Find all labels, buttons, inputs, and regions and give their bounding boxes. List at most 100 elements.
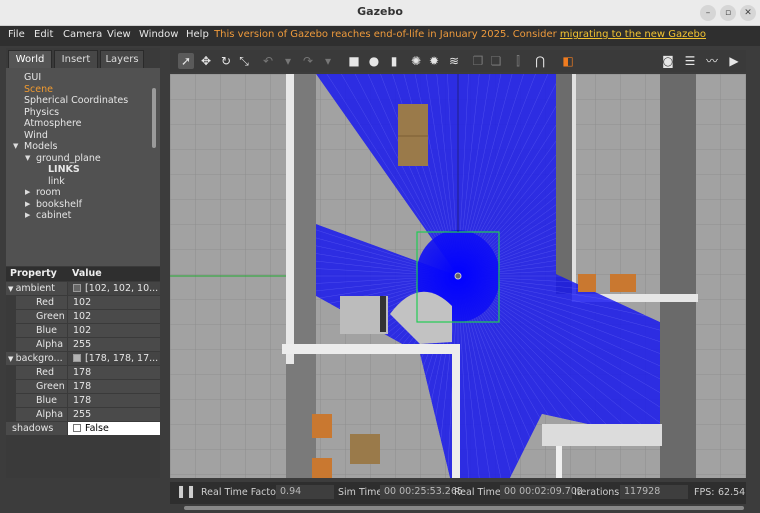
menu-camera[interactable]: Camera: [63, 29, 102, 40]
collapse-arrow-icon[interactable]: ▼: [8, 355, 16, 363]
property-row[interactable]: Alpha 255: [6, 338, 160, 352]
tree-item[interactable]: room: [36, 187, 61, 198]
property-row[interactable]: Red 178: [6, 366, 160, 380]
property-value[interactable]: 255: [68, 408, 160, 421]
expand-arrow-right-icon[interactable]: ▶: [25, 200, 30, 208]
property-value[interactable]: 102: [68, 296, 160, 309]
property-key: ▼ backgro...: [6, 352, 67, 365]
property-value-text: 178: [73, 381, 92, 392]
real-time-factor-label: Real Time Factor:: [201, 487, 283, 498]
tree-item[interactable]: cabinet: [36, 210, 71, 221]
tree-item[interactable]: Wind: [24, 130, 48, 141]
property-value-text: 255: [73, 339, 92, 350]
world-tree: GUI Scene Spherical Coordinates Physics Atmo…: [6, 68, 160, 266]
expand-arrow-down-icon[interactable]: ▼: [25, 154, 30, 162]
tab-world[interactable]: World: [8, 50, 52, 68]
sphere-icon[interactable]: ●: [366, 53, 382, 69]
property-row[interactable]: shadows False: [6, 422, 160, 436]
select-arrow-icon[interactable]: ➚: [178, 53, 194, 69]
property-row[interactable]: Green 178: [6, 380, 160, 394]
horizontal-scrollbar[interactable]: [184, 506, 744, 510]
screenshot-icon[interactable]: ◙: [660, 53, 676, 69]
tree-item[interactable]: Physics: [24, 107, 59, 118]
property-value[interactable]: 102: [68, 324, 160, 337]
collapse-arrow-icon[interactable]: ▼: [8, 285, 16, 293]
point-light-icon[interactable]: ✺: [408, 53, 424, 69]
paste-icon[interactable]: ❏: [488, 53, 504, 69]
property-row[interactable]: Blue 102: [6, 324, 160, 338]
migration-link[interactable]: migrating to the new Gazebo: [560, 29, 706, 40]
pause-icon[interactable]: ❚❚: [176, 484, 196, 498]
tree-item[interactable]: GUI: [24, 72, 41, 83]
property-value[interactable]: [178, 178, 17...: [68, 352, 160, 365]
property-value[interactable]: 255: [68, 338, 160, 351]
property-row[interactable]: ▼ ambient [102, 102, 10...: [6, 282, 160, 296]
tree-item[interactable]: LINKS: [48, 164, 80, 175]
log-icon[interactable]: ☰: [682, 53, 698, 69]
property-table: Property Value ▼ ambient [102, 102, 10...…: [6, 267, 160, 435]
tree-item[interactable]: Scene: [24, 84, 53, 95]
tree-item[interactable]: ground_plane: [36, 153, 101, 164]
property-row[interactable]: Blue 178: [6, 394, 160, 408]
property-key: Green: [16, 380, 67, 393]
property-key-label: backgro...: [15, 353, 63, 364]
far-right-wall: [660, 74, 696, 478]
box-icon[interactable]: ■: [346, 53, 362, 69]
color-swatch[interactable]: [73, 354, 81, 362]
expand-arrow-right-icon[interactable]: ▶: [25, 211, 30, 219]
expand-arrow-right-icon[interactable]: ▶: [25, 188, 30, 196]
record-icon[interactable]: ▶: [726, 53, 742, 69]
tree-item[interactable]: Atmosphere: [24, 118, 82, 129]
tree-item[interactable]: bookshelf: [36, 199, 82, 210]
align-icon[interactable]: ⫿: [510, 53, 526, 69]
tab-insert[interactable]: Insert: [54, 50, 98, 68]
shadows-checkbox-field[interactable]: False: [68, 422, 160, 435]
property-value[interactable]: 178: [68, 380, 160, 393]
property-value[interactable]: 178: [68, 366, 160, 379]
menu-edit[interactable]: Edit: [34, 29, 53, 40]
panel-tabs: World Insert Layers: [6, 50, 160, 68]
change-view-icon[interactable]: ◧: [560, 53, 576, 69]
tree-item[interactable]: Spherical Coordinates: [24, 95, 128, 106]
viewport-toolbar: ➚ ✥ ↻ ⤡ ↶ ▾ ↷ ▾ ■ ● ▮ ✺ ✹ ≋ ❐ ❏ ⫿ ⋂ ◧ ◙ ☰ 〰 ▶: [170, 50, 746, 72]
property-key: shadows: [6, 422, 67, 435]
color-swatch[interactable]: [73, 284, 81, 292]
property-row[interactable]: Alpha 255: [6, 408, 160, 422]
menu-file[interactable]: File: [8, 29, 25, 40]
scale-icon[interactable]: ⤡: [236, 53, 252, 69]
menu-view[interactable]: View: [107, 29, 131, 40]
cylinder-icon[interactable]: ▮: [386, 53, 402, 69]
minimize-button[interactable]: –: [700, 5, 716, 21]
property-row[interactable]: ▼ backgro... [178, 178, 17...: [6, 352, 160, 366]
rotate-icon[interactable]: ↻: [218, 53, 234, 69]
spot-light-icon[interactable]: ✹: [426, 53, 442, 69]
expand-arrow-down-icon[interactable]: ▼: [13, 142, 18, 150]
snap-icon[interactable]: ⋂: [532, 53, 548, 69]
lower-wall-vertical: [452, 352, 460, 478]
tree-item[interactable]: Models: [24, 141, 57, 152]
plot-icon[interactable]: 〰: [704, 53, 720, 69]
redo-menu-icon[interactable]: ▾: [320, 53, 336, 69]
redo-icon[interactable]: ↷: [300, 53, 316, 69]
property-value-text: 102: [73, 297, 92, 308]
undo-icon[interactable]: ↶: [260, 53, 276, 69]
tree-item[interactable]: link: [48, 176, 65, 187]
maximize-button[interactable]: ▫: [720, 5, 736, 21]
undo-menu-icon[interactable]: ▾: [280, 53, 296, 69]
close-button[interactable]: ✕: [740, 5, 756, 21]
scene-viewport[interactable]: [170, 74, 746, 478]
copy-icon[interactable]: ❐: [470, 53, 486, 69]
property-row[interactable]: Green 102: [6, 310, 160, 324]
property-value[interactable]: 102: [68, 310, 160, 323]
property-row[interactable]: Red 102: [6, 296, 160, 310]
menu-window[interactable]: Window: [139, 29, 178, 40]
property-value[interactable]: [102, 102, 10...: [68, 282, 160, 295]
translate-icon[interactable]: ✥: [198, 53, 214, 69]
tree-scrollbar[interactable]: [152, 88, 156, 148]
shadows-checkbox[interactable]: [73, 424, 81, 432]
property-value[interactable]: 178: [68, 394, 160, 407]
directional-light-icon[interactable]: ≋: [446, 53, 462, 69]
tab-layers[interactable]: Layers: [100, 50, 144, 68]
menu-help[interactable]: Help: [186, 29, 209, 40]
left-panel: World Insert Layers GUI Scene Spherical Co…: [6, 48, 160, 478]
